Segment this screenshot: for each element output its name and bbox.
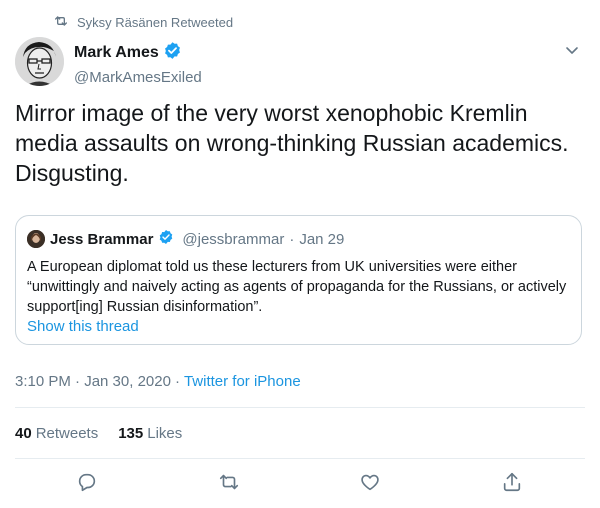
quoted-author-name: Jess Brammar <box>50 230 154 248</box>
divider <box>15 458 585 459</box>
likes-count: 135 <box>118 425 144 442</box>
source-link[interactable]: Twitter for iPhone <box>184 373 301 390</box>
verified-badge-icon <box>163 41 182 65</box>
chevron-down-icon[interactable] <box>564 42 580 58</box>
share-button[interactable] <box>500 470 524 494</box>
avatar[interactable] <box>15 37 64 86</box>
author-handle[interactable]: @MarkAmesExiled <box>74 69 202 86</box>
heart-icon <box>361 474 379 491</box>
retweet-icon <box>219 474 239 490</box>
retweets-stat[interactable]: 40 Retweets <box>15 425 98 442</box>
divider <box>15 407 585 408</box>
tweet-text: Mirror image of the very worst xenophobi… <box>15 100 569 186</box>
like-button[interactable] <box>358 470 382 494</box>
likes-label: Likes <box>147 425 183 442</box>
retweet-button[interactable] <box>217 470 241 494</box>
quoted-date: Jan 29 <box>299 230 345 248</box>
reply-button[interactable] <box>75 470 99 494</box>
author-block[interactable]: Mark Ames @MarkAmesExiled <box>74 41 202 86</box>
quoted-tweet-card[interactable]: Jess Brammar @jessbrammar · Jan 29 A Eur… <box>15 215 582 345</box>
retweet-icon <box>53 13 69 32</box>
likes-stat[interactable]: 135 Likes <box>118 425 182 442</box>
quoted-author-handle: @jessbrammar <box>182 230 285 248</box>
tweet-meta: 3:10 PM · Jan 30, 2020 · Twitter for iPh… <box>15 373 301 390</box>
author-name[interactable]: Mark Ames <box>74 44 159 62</box>
retweet-banner-text[interactable]: Syksy Räsänen Retweeted <box>77 15 233 30</box>
verified-badge-icon <box>158 229 174 249</box>
retweets-count: 40 <box>15 425 32 442</box>
retweets-label: Retweets <box>35 425 99 442</box>
quoted-tweet-text: A European diplomat told us these lectur… <box>27 259 567 315</box>
timestamp[interactable]: 3:10 PM · Jan 30, 2020 <box>15 373 171 390</box>
separator: · <box>174 373 180 390</box>
retweet-banner: Syksy Räsänen Retweeted <box>53 13 233 32</box>
tweet-stats: 40 Retweets 135 Likes <box>15 425 182 442</box>
reply-icon <box>78 473 96 492</box>
show-thread-link[interactable]: Show this thread <box>27 318 139 335</box>
action-bar <box>0 470 600 494</box>
share-icon <box>503 472 521 492</box>
quoted-avatar <box>27 230 45 248</box>
separator: · <box>289 230 295 248</box>
